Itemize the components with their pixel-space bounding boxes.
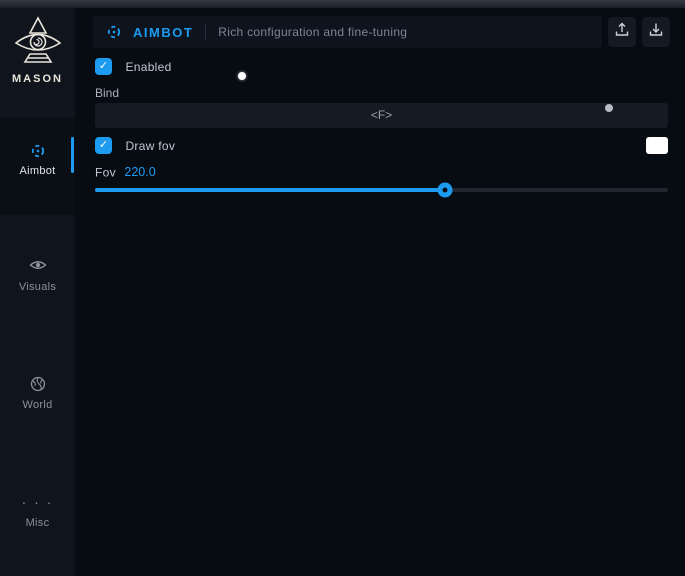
mouse-cursor-dot xyxy=(238,72,246,80)
globe-icon xyxy=(0,376,75,394)
draw-fov-color-swatch[interactable] xyxy=(646,137,668,154)
mason-eye-pyramid-icon xyxy=(0,14,75,70)
bind-keybind-input[interactable]: <F> xyxy=(95,103,668,128)
draw-fov-row: ✓ Draw fov xyxy=(95,137,668,155)
sidebar-item-visuals[interactable]: Visuals xyxy=(0,258,75,293)
download-icon xyxy=(649,22,663,42)
bind-label: Bind xyxy=(95,86,119,100)
enabled-label: Enabled xyxy=(125,60,171,74)
sidebar: MASON Aimbot Visuals World xyxy=(0,0,75,576)
crosshair-icon xyxy=(105,23,123,41)
page-subtitle: Rich configuration and fine-tuning xyxy=(218,25,407,39)
app-logo: MASON xyxy=(0,14,75,85)
fov-label-row: Fov 220.0 xyxy=(95,165,156,180)
logo-text: MASON xyxy=(0,73,75,85)
header-row: AIMBOT Rich configuration and fine-tunin… xyxy=(93,16,670,48)
sidebar-item-label: Aimbot xyxy=(0,165,75,177)
upload-config-button[interactable] xyxy=(608,17,636,47)
sidebar-item-label: Visuals xyxy=(0,281,75,293)
enabled-row: ✓ Enabled xyxy=(95,58,172,76)
header-divider xyxy=(205,24,206,40)
download-config-button[interactable] xyxy=(642,17,670,47)
enabled-checkbox[interactable]: ✓ xyxy=(95,58,112,75)
fov-slider[interactable] xyxy=(95,188,668,192)
fov-slider-handle[interactable] xyxy=(437,183,452,198)
sidebar-item-label: World xyxy=(0,399,75,411)
draw-fov-checkbox[interactable]: ✓ xyxy=(95,137,112,154)
fov-slider-fill xyxy=(95,188,445,192)
crosshair-icon xyxy=(0,142,75,160)
active-tab-indicator xyxy=(71,137,74,173)
tab-header-bar: AIMBOT Rich configuration and fine-tunin… xyxy=(93,16,602,48)
sidebar-item-label: Misc xyxy=(0,517,75,529)
sidebar-item-misc[interactable]: · · · Misc xyxy=(0,494,75,529)
sidebar-item-world[interactable]: World xyxy=(0,376,75,411)
ellipsis-icon: · · · xyxy=(0,494,75,512)
sidebar-item-aimbot[interactable]: Aimbot xyxy=(0,118,75,215)
fov-label: Fov xyxy=(95,166,116,180)
cursor-dot-secondary xyxy=(605,104,613,112)
main-panel: AIMBOT Rich configuration and fine-tunin… xyxy=(75,0,685,576)
fov-value: 220.0 xyxy=(124,165,155,179)
page-title: AIMBOT xyxy=(133,25,193,40)
window-top-strip xyxy=(0,0,685,8)
draw-fov-label: Draw fov xyxy=(125,139,175,153)
eye-icon xyxy=(0,258,75,276)
upload-icon xyxy=(615,22,629,42)
